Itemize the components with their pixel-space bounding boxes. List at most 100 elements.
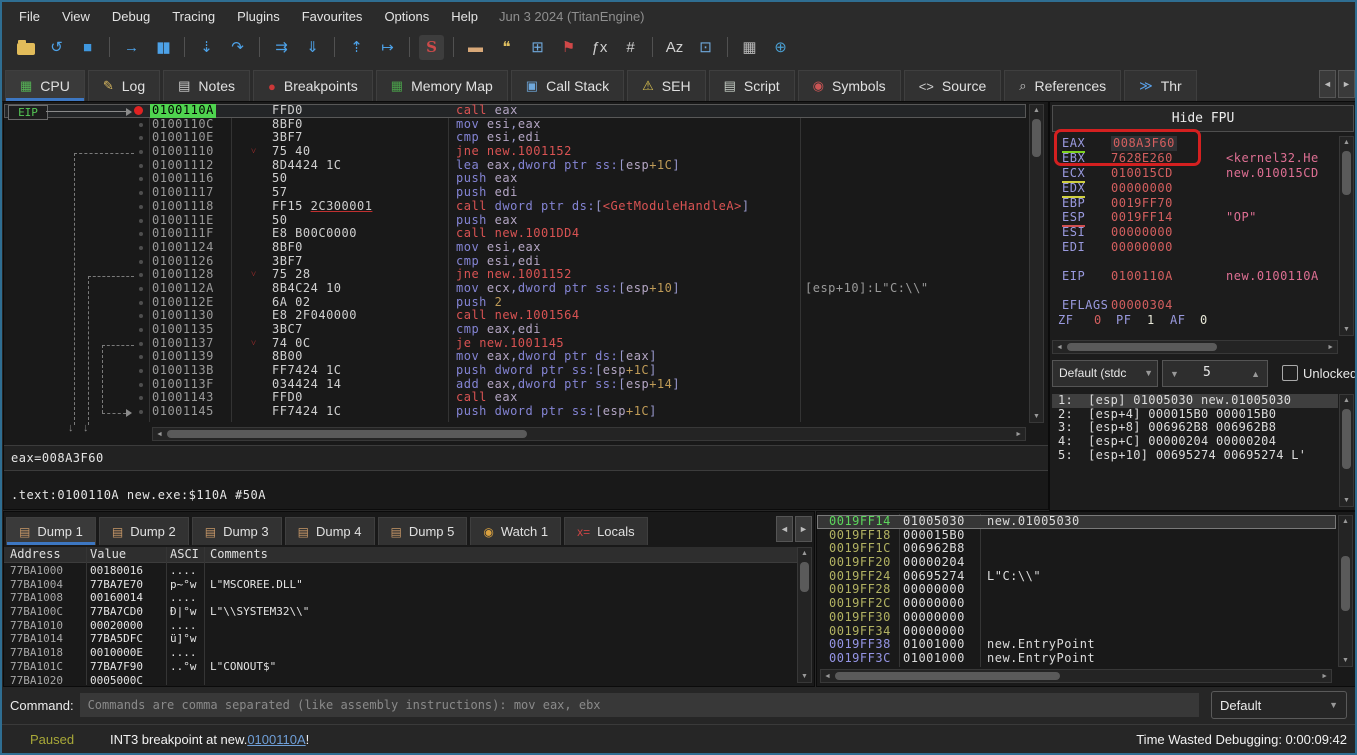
scroll-right-icon[interactable]: ► [1015, 431, 1022, 438]
scroll-left-icon[interactable]: ◄ [1056, 344, 1063, 351]
scrollbar-thumb[interactable] [1067, 343, 1217, 351]
disasm-row[interactable]: 0100113BFF7424 1Cpush dword ptr ss:[esp+… [4, 364, 1026, 378]
tab-breakpoints[interactable]: ●Breakpoints [253, 70, 373, 101]
scrollbar-thumb[interactable] [1341, 556, 1350, 611]
pause-icon[interactable]: ▮▮ [150, 35, 175, 60]
tab-watch-1[interactable]: ◉Watch 1 [470, 517, 561, 545]
functions-icon[interactable]: ƒx [587, 35, 612, 60]
skip-next-icon[interactable]: ⇓ [300, 35, 325, 60]
breakpoint-slot-dot[interactable] [139, 123, 143, 127]
disasm-row[interactable]: 01001130E8 2F040000call new.1001564 [4, 309, 1026, 323]
scroll-up-icon[interactable]: ▲ [1030, 107, 1043, 114]
breakpoint-slot-dot[interactable] [139, 164, 143, 168]
scrollbar-thumb[interactable] [800, 562, 809, 592]
labels-icon[interactable]: ⊞ [525, 35, 550, 60]
menu-help[interactable]: Help [440, 5, 489, 28]
stack-row[interactable]: 0019FF18000015B0 [817, 529, 1336, 543]
text-size-icon[interactable]: Az [662, 35, 687, 60]
step-over-icon[interactable]: ↷ [225, 35, 250, 60]
breakpoint-slot-dot[interactable] [139, 246, 143, 250]
register-row[interactable]: EBP0019FF70 [1050, 196, 1338, 211]
tab-script[interactable]: ▤Script [709, 70, 795, 101]
breakpoint-slot-dot[interactable] [139, 273, 143, 277]
calling-convention-select[interactable]: Default (stdc ▼ [1052, 360, 1158, 387]
breakpoint-slot-dot[interactable] [139, 287, 143, 291]
disasm-row[interactable]: 0100111757push edi [4, 186, 1026, 200]
register-row[interactable]: ESI00000000 [1050, 225, 1338, 240]
menu-debug[interactable]: Debug [101, 5, 161, 28]
stack-row[interactable]: 0019FF3400000000 [817, 625, 1336, 639]
menu-view[interactable]: View [51, 5, 101, 28]
tab-scroll-left-icon[interactable]: ◄ [1319, 70, 1336, 98]
dump-row[interactable]: 77BA100477BA7E70p~°wL"MSCOREE.DLL" [4, 578, 799, 592]
calculator-icon[interactable]: ▦ [737, 35, 762, 60]
disassembly-vertical-scrollbar[interactable]: ▲ ▼ [1029, 104, 1044, 423]
dump-row[interactable]: 77BA10200005000C [4, 674, 799, 687]
disasm-row[interactable]: 010011128D4424 1Clea eax,dword ptr ss:[e… [4, 159, 1026, 173]
scroll-left-icon[interactable]: ◄ [156, 431, 163, 438]
script-s-icon[interactable]: S [419, 35, 444, 60]
tab-notes[interactable]: ▤Notes [163, 70, 250, 101]
command-input[interactable] [80, 693, 1199, 717]
scroll-down-icon[interactable]: ▼ [798, 673, 811, 680]
disasm-row[interactable]: 0100111E50push eax [4, 214, 1026, 228]
disasm-row[interactable]: 010011353BC7cmp eax,edi [4, 323, 1026, 337]
disasm-row[interactable]: 0100113F034424 14add eax,dword ptr ss:[e… [4, 378, 1026, 392]
scroll-up-icon[interactable]: ▲ [1340, 139, 1353, 146]
breakpoint-slot-dot[interactable] [139, 355, 143, 359]
breakpoint-slot-dot[interactable] [139, 301, 143, 305]
dump-row[interactable]: 77BA10180010000E.... [4, 646, 799, 660]
scroll-down-icon[interactable]: ▼ [1340, 497, 1353, 504]
tab-dump-4[interactable]: ▤Dump 4 [285, 517, 375, 545]
scroll-up-icon[interactable]: ▲ [1339, 518, 1352, 525]
step-into-icon[interactable]: ⇣ [194, 35, 219, 60]
tab-dump-2[interactable]: ▤Dump 2 [99, 517, 189, 545]
disasm-row[interactable]: 01001145FF7424 1Cpush dword ptr ss:[esp+… [4, 405, 1026, 419]
tab-dump-5[interactable]: ▤Dump 5 [378, 517, 468, 545]
breakpoint-slot-dot[interactable] [139, 260, 143, 264]
disasm-row[interactable]: 0100111650push eax [4, 172, 1026, 186]
stack-horizontal-scrollbar[interactable]: ◄ ► [820, 669, 1332, 683]
menu-options[interactable]: Options [373, 5, 440, 28]
argument-row[interactable]: 4: [esp+C] 00000204 00000204 [1052, 435, 1338, 449]
disasm-row[interactable]: 0100112A8B4C24 10mov ecx,dword ptr ss:[e… [4, 282, 1026, 296]
disasm-row[interactable]: 0100110C8BF0mov esi,eax [4, 118, 1026, 132]
stack-row[interactable]: 0019FF2400695274L"C:\\" [817, 570, 1336, 584]
breakpoint-slot-dot[interactable] [139, 205, 143, 209]
stack-row[interactable]: 0019FF1401005030new.01005030 [817, 515, 1336, 529]
scroll-up-icon[interactable]: ▲ [1340, 397, 1353, 404]
scrollbar-thumb[interactable] [835, 672, 1060, 680]
breakpoint-slot-dot[interactable] [139, 219, 143, 223]
argument-row[interactable]: 3: [esp+8] 006962B8 006962B8 [1052, 421, 1338, 435]
tab-call-stack[interactable]: ▣Call Stack [511, 70, 624, 101]
tab-log[interactable]: ✎Log [88, 70, 160, 101]
register-row[interactable]: EDI00000000 [1050, 240, 1338, 255]
stack-row[interactable]: 0019FF2000000204 [817, 556, 1336, 570]
breakpoint-slot-dot[interactable] [139, 232, 143, 236]
bookmarks-icon[interactable]: ⚑ [556, 35, 581, 60]
disasm-row[interactable]: 010011248BF0mov esi,eax [4, 241, 1026, 255]
breakpoint-slot-dot[interactable] [139, 191, 143, 195]
scrollbar-thumb[interactable] [1032, 119, 1041, 157]
menu-file[interactable]: File [8, 5, 51, 28]
unlocked-checkbox[interactable] [1282, 365, 1298, 381]
scroll-up-icon[interactable]: ▲ [798, 550, 811, 557]
tab-cpu[interactable]: ▦CPU [5, 70, 85, 101]
globe-icon[interactable]: ⊕ [768, 35, 793, 60]
argument-row[interactable]: 1: [esp] 01005030 new.01005030 [1052, 394, 1338, 408]
tab-memory-map[interactable]: ▦Memory Map [376, 70, 508, 101]
scroll-right-icon[interactable]: ► [1321, 673, 1328, 680]
arguments-vertical-scrollbar[interactable]: ▲ ▼ [1339, 394, 1354, 507]
tab-symbols[interactable]: ◉Symbols [798, 70, 901, 101]
breakpoint-dot[interactable] [134, 106, 143, 115]
breakpoint-slot-dot[interactable] [139, 383, 143, 387]
disasm-row[interactable]: 01001110˅75 40jne new.1001152 [4, 145, 1026, 159]
disasm-row[interactable]: 01001118FF15 2C300001call dword ptr ds:[… [4, 200, 1026, 214]
scrollbar-thumb[interactable] [167, 430, 527, 438]
tab-dump-1[interactable]: ▤Dump 1 [6, 517, 96, 545]
breakpoint-slot-dot[interactable] [139, 314, 143, 318]
disasm-row[interactable]: 01001128˅75 28jne new.1001152 [4, 268, 1026, 282]
disasm-row[interactable]: 010011263BF7cmp esi,edi [4, 255, 1026, 269]
patches-icon[interactable]: ▬ [463, 35, 488, 60]
scrollbar-thumb[interactable] [1342, 409, 1351, 469]
